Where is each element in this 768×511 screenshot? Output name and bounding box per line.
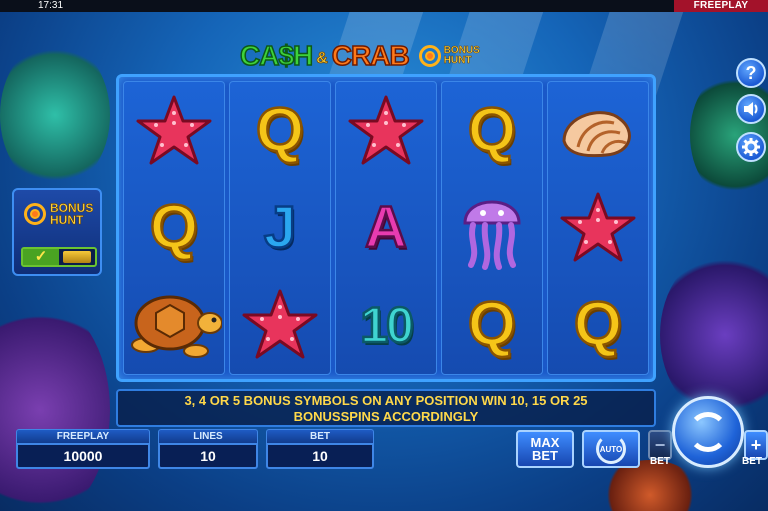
lines-label: LINES xyxy=(158,429,258,443)
symbol-a: A xyxy=(338,182,434,274)
check-icon: ✓ xyxy=(23,249,59,265)
starfish-icon xyxy=(232,279,328,371)
logo-amp-text: & xyxy=(316,50,328,68)
bet-decrease-caption: BET xyxy=(650,456,670,467)
autoplay-icon: AUTO xyxy=(596,434,626,464)
symbol-q: Q xyxy=(444,279,540,371)
sound-button[interactable] xyxy=(736,94,766,124)
symbol-text: A xyxy=(364,194,408,260)
reel-5: Q xyxy=(547,81,649,375)
turtle-icon xyxy=(126,279,222,371)
lines-value: 10 xyxy=(158,443,258,469)
settings-button[interactable] xyxy=(736,132,766,162)
bonus-hunt-toggle[interactable]: ✓ xyxy=(21,247,97,267)
bonus-info-banner: 3, 4 OR 5 BONUS SYMBOLS ON ANY POSITION … xyxy=(116,389,656,427)
plus-icon: + xyxy=(750,434,762,455)
bet-value: 10 xyxy=(266,443,374,469)
banner-line-2: BONUSSPINS ACCORDINGLY xyxy=(293,409,479,424)
logo-crab-text: CRAB xyxy=(331,39,410,72)
banner-line-1: 3, 4 OR 5 BONUS SYMBOLS ON ANY POSITION … xyxy=(184,393,588,408)
gear-icon xyxy=(742,138,760,156)
freeplay-label: FREEPLAY xyxy=(16,429,150,443)
symbol-q: Q xyxy=(444,85,540,177)
help-icon: ? xyxy=(745,62,757,83)
minus-icon: − xyxy=(654,434,666,455)
starfish-icon xyxy=(550,182,646,274)
lines-field: LINES 10 xyxy=(158,429,258,469)
bet-field: BET 10 xyxy=(266,429,374,469)
target-icon xyxy=(418,45,441,67)
target-icon xyxy=(24,203,46,225)
help-button[interactable]: ? xyxy=(736,58,766,88)
reel-1: Q xyxy=(123,81,225,375)
autoplay-button[interactable]: AUTO xyxy=(582,430,640,468)
logo-bonus-hunt: BONUS HUNT xyxy=(418,45,480,67)
logo-bonus-hunt-line2: HUNT xyxy=(443,55,472,66)
jellyfish-icon xyxy=(444,182,540,274)
symbol-text: J xyxy=(263,194,298,260)
spin-arrows-icon xyxy=(688,412,728,452)
symbol-text: 10 xyxy=(359,297,415,354)
symbol-text: Q xyxy=(255,95,306,165)
max-bet-button[interactable]: MAX BET xyxy=(516,430,574,468)
bonus-hunt-panel: BONUS HUNT ✓ xyxy=(12,188,102,276)
toggle-knob xyxy=(59,249,95,265)
symbol-q: Q xyxy=(126,182,222,274)
clock: 17:31 xyxy=(38,0,64,11)
symbol-10: 10 xyxy=(338,279,434,371)
reel-3: A 10 xyxy=(335,81,437,375)
reel-grid: Q Q J A 10 Q Q Q xyxy=(116,74,656,382)
freeplay-balance: FREEPLAY 10000 xyxy=(16,429,150,469)
symbol-text: Q xyxy=(573,290,624,360)
reel-4: QQ xyxy=(441,81,543,375)
game-logo: CA$H & CRAB BONUS HUNT xyxy=(239,38,540,74)
bonus-hunt-label-line2: HUNT xyxy=(50,213,84,227)
reel-2: QJ xyxy=(229,81,331,375)
symbol-q: Q xyxy=(232,85,328,177)
symbol-j: J xyxy=(232,182,328,274)
auto-label: AUTO xyxy=(599,444,623,454)
starfish-icon xyxy=(126,85,222,177)
symbol-text: Q xyxy=(467,290,518,360)
symbol-q: Q xyxy=(550,279,646,371)
logo-cash-text: CA$H xyxy=(239,39,314,72)
starfish-icon xyxy=(338,85,434,177)
bet-label: BET xyxy=(266,429,374,443)
mode-badge: FREEPLAY xyxy=(674,0,768,12)
status-bar: 17:31 FREEPLAY xyxy=(0,0,768,12)
speaker-icon xyxy=(744,102,758,116)
spin-button[interactable] xyxy=(672,396,744,468)
symbol-text: Q xyxy=(149,192,200,262)
freeplay-value: 10000 xyxy=(16,443,150,469)
shell-icon xyxy=(550,85,646,177)
symbol-text: Q xyxy=(467,95,518,165)
max-bet-line2: BET xyxy=(532,448,558,463)
bet-increase-caption: BET xyxy=(742,456,762,467)
